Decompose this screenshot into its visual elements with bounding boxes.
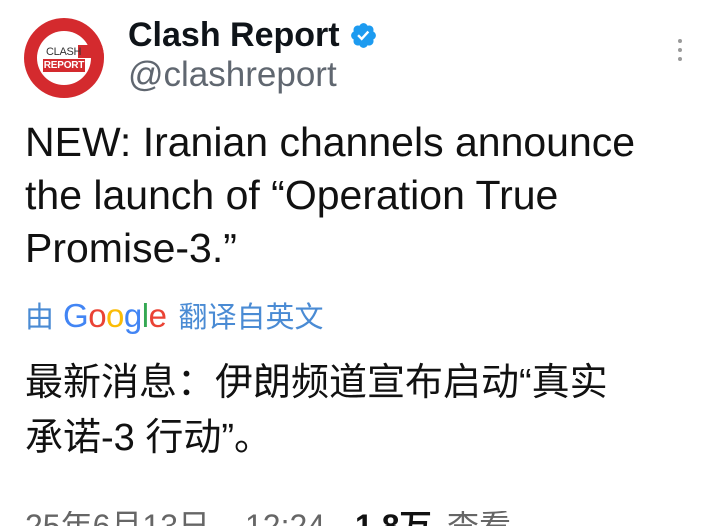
logo-text-clash: CLASH xyxy=(46,46,82,58)
more-dot xyxy=(678,48,682,52)
logo-ring xyxy=(37,31,91,85)
tweet-date[interactable]: 25年6月13日 xyxy=(25,511,210,526)
more-dot xyxy=(678,57,682,61)
verified-badge-svg xyxy=(350,22,376,48)
translation-prefix: 由 xyxy=(25,302,55,334)
views-label: 查看 xyxy=(447,511,511,526)
verified-badge-icon xyxy=(349,21,378,50)
translated-text: 最新消息：伊朗频道宣布启动“真实承诺-3 行动”。 xyxy=(25,362,608,459)
google-logo-letter: G xyxy=(63,297,89,334)
more-dot xyxy=(678,39,682,43)
tweet-time[interactable]: 12:24 xyxy=(245,511,325,526)
translation-attribution[interactable]: 由 Google 翻译自英文 xyxy=(25,296,323,336)
logo-text-report: REPORT xyxy=(43,59,85,72)
tweet-meta-row: 25年6月13日 12:24 1.8万 查看 xyxy=(0,511,720,526)
google-logo-letter: l xyxy=(141,297,149,334)
google-logo-letter: o xyxy=(106,297,124,334)
google-logo-letter: e xyxy=(148,297,167,334)
logo-notch xyxy=(78,45,104,58)
google-logo-letter: o xyxy=(88,297,107,334)
views-count[interactable]: 1.8万 xyxy=(355,511,432,526)
tweet-text: NEW: Iranian channels announce the launc… xyxy=(25,119,636,271)
author-handle[interactable]: @clashreport xyxy=(128,55,337,95)
author-name[interactable]: Clash Report xyxy=(128,15,340,55)
more-vertical-icon[interactable] xyxy=(672,36,688,66)
google-logo: Google xyxy=(63,296,167,336)
tweet-card: CLASH REPORT Clash Report @clashreport N… xyxy=(0,0,720,526)
google-logo-letter: g xyxy=(123,297,142,334)
avatar[interactable]: CLASH REPORT xyxy=(24,18,104,98)
author-name-row: Clash Report xyxy=(128,15,378,55)
translation-suffix: 翻译自英文 xyxy=(178,302,324,334)
